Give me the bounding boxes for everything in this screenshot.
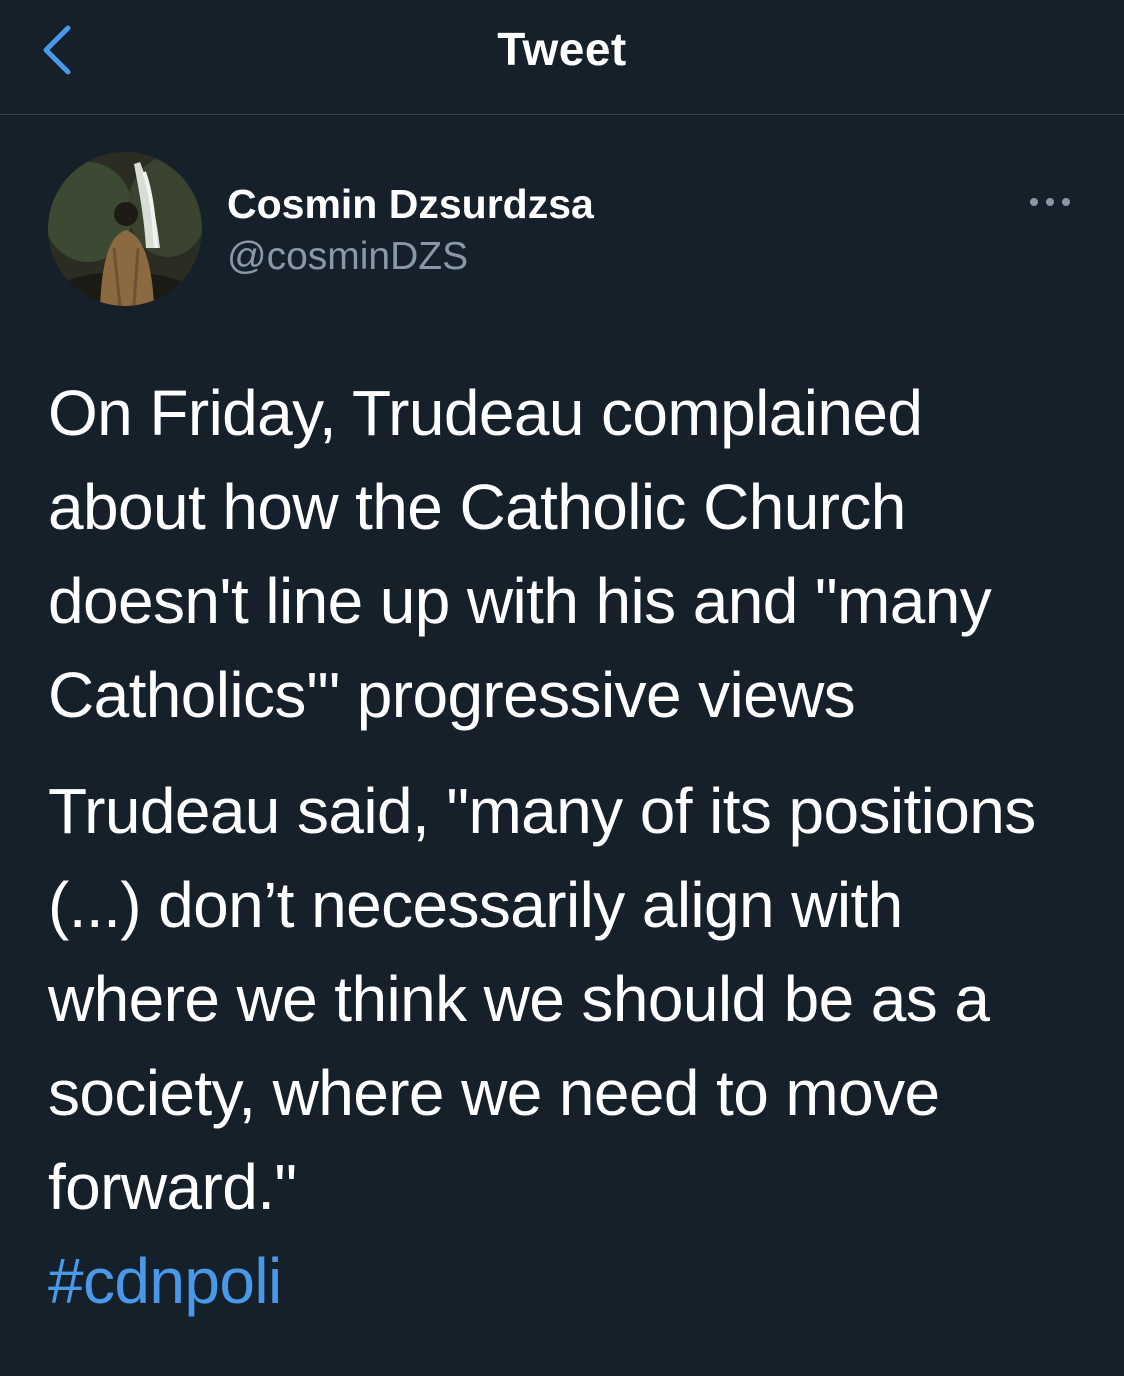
- tweet-text: On Friday, Trudeau complained about how …: [48, 366, 1098, 1328]
- avatar[interactable]: [48, 152, 202, 306]
- tweet-paragraph: Trudeau said, "many of its positions (..…: [48, 775, 1036, 1223]
- author-handle[interactable]: @cosminDZS: [227, 233, 594, 281]
- avatar-photo-icon: [48, 152, 202, 306]
- tweet-author: Cosmin Dzsurdzsa @cosminDZS: [227, 180, 594, 281]
- ellipsis-icon: [1030, 198, 1070, 206]
- header-bar: Tweet: [0, 0, 1124, 115]
- more-options-button[interactable]: [1020, 186, 1080, 218]
- page-title: Tweet: [497, 23, 627, 75]
- tweet-paragraph: On Friday, Trudeau complained about how …: [48, 377, 992, 731]
- hashtag-link[interactable]: #cdnpoli: [48, 1234, 1098, 1328]
- author-display-name[interactable]: Cosmin Dzsurdzsa: [227, 180, 594, 228]
